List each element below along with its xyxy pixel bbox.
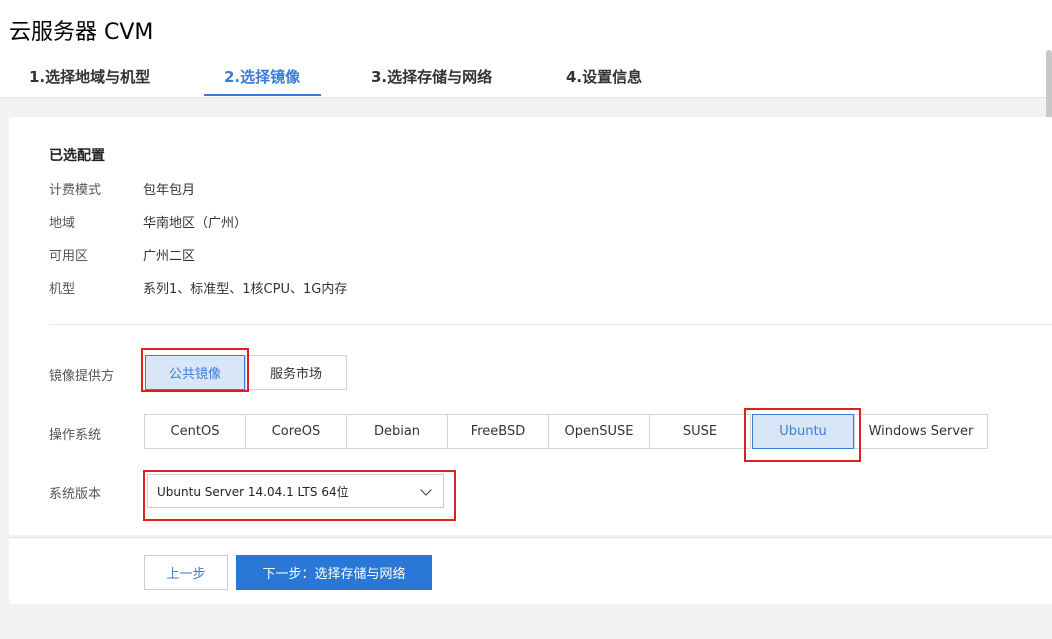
tab-step-settings[interactable]: 4.设置信息 [566, 66, 642, 98]
active-step-indicator [204, 94, 321, 96]
instance-type-label: 机型 [49, 282, 76, 297]
page-header: 云服务器 CVM 1.选择地域与机型 2.选择镜像 3.选择存储与网络 4.设置… [0, 0, 1052, 98]
os-option-coreos[interactable]: CoreOS [245, 414, 347, 449]
tab-step-storage-network[interactable]: 3.选择存储与网络 [371, 66, 492, 98]
selected-config-title: 已选配置 [49, 148, 105, 164]
marketplace-button[interactable]: 服务市场 [245, 355, 347, 390]
os-option-suse[interactable]: SUSE [649, 414, 751, 449]
public-image-button[interactable]: 公共镜像 [145, 355, 245, 390]
os-option-opensuse[interactable]: OpenSUSE [548, 414, 650, 449]
page-title: 云服务器 CVM [9, 20, 154, 45]
billing-mode-label: 计费模式 [49, 183, 102, 198]
next-step-button[interactable]: 下一步：选择存储与网络 [236, 555, 432, 590]
os-option-windows-server[interactable]: Windows Server [854, 414, 988, 449]
region-label: 地域 [49, 216, 76, 231]
chevron-down-icon [420, 484, 432, 496]
os-option-freebsd[interactable]: FreeBSD [447, 414, 549, 449]
billing-mode-value: 包年包月 [143, 183, 196, 198]
os-option-centos[interactable]: CentOS [144, 414, 246, 449]
version-select-value: Ubuntu Server 14.04.1 LTS 64位 [157, 484, 349, 499]
region-value: 华南地区（广州） [143, 216, 248, 231]
os-label: 操作系统 [49, 428, 102, 443]
version-label: 系统版本 [49, 487, 102, 502]
config-card: 已选配置 计费模式 包年包月 地域 华南地区（广州） 可用区 广州二区 机型 系… [9, 117, 1052, 535]
version-select[interactable]: Ubuntu Server 14.04.1 LTS 64位 [147, 474, 444, 508]
instance-type-value: 系列1、标准型、1核CPU、1G内存 [143, 282, 348, 297]
section-divider [49, 324, 1052, 325]
footer-bar: 上一步 下一步：选择存储与网络 [9, 537, 1052, 604]
previous-step-button[interactable]: 上一步 [144, 555, 228, 590]
zone-value: 广州二区 [143, 249, 196, 264]
os-option-ubuntu[interactable]: Ubuntu [752, 414, 854, 449]
tab-step-region-instance[interactable]: 1.选择地域与机型 [29, 66, 150, 98]
image-provider-label: 镜像提供方 [49, 369, 115, 384]
zone-label: 可用区 [49, 249, 89, 264]
os-option-debian[interactable]: Debian [346, 414, 448, 449]
